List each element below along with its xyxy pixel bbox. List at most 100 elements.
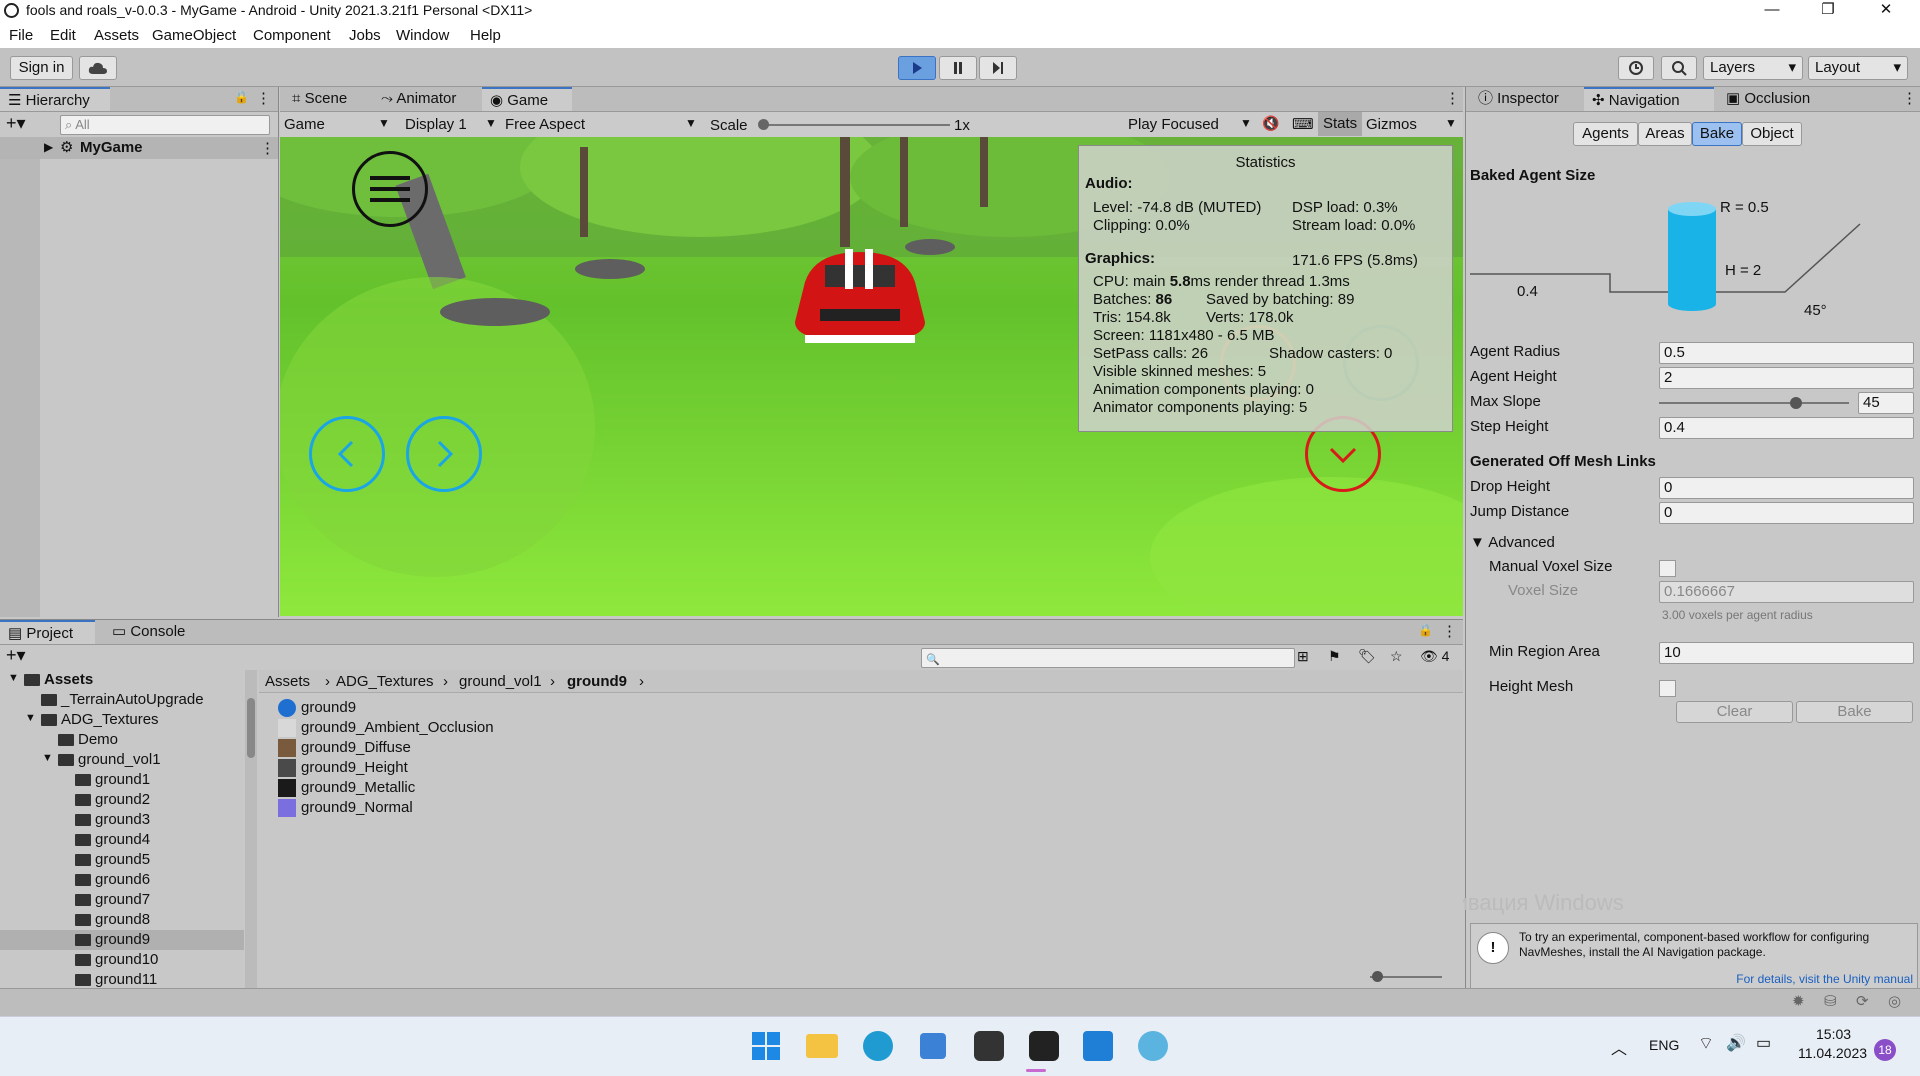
tree-item[interactable]: ▼ ADG_Textures xyxy=(0,710,244,730)
add-icon[interactable]: +▾ xyxy=(6,113,26,134)
weather-app-icon[interactable] xyxy=(1138,1031,1168,1061)
menu-assets[interactable]: Assets xyxy=(94,27,139,44)
expand-arrow-icon[interactable]: ▼ xyxy=(42,752,53,764)
more-options-icon[interactable]: ⋮ xyxy=(1902,89,1917,107)
display-dropdown[interactable]: Display 1 xyxy=(405,116,467,133)
clock-date[interactable]: 11.04.2023 xyxy=(1798,1045,1867,1061)
max-slope-input[interactable]: 45 xyxy=(1858,392,1914,414)
max-slope-slider-handle[interactable] xyxy=(1789,397,1802,409)
scale-slider-handle[interactable] xyxy=(758,119,769,130)
menu-gameobject[interactable]: GameObject xyxy=(152,27,236,44)
agent-radius-input[interactable]: 0.5 xyxy=(1659,342,1914,364)
tab-hierarchy[interactable]: ☰ Hierarchy xyxy=(0,87,110,111)
vscode-icon[interactable] xyxy=(1083,1031,1113,1061)
edge-browser-icon[interactable] xyxy=(863,1031,893,1061)
tree-item[interactable]: _TerrainAutoUpgrade xyxy=(0,690,244,710)
tree-item[interactable]: ground9 xyxy=(0,930,244,950)
pause-menu-button[interactable] xyxy=(352,151,428,227)
jump-distance-input[interactable]: 0 xyxy=(1659,502,1914,524)
auto-generate-lighting-icon[interactable]: ◎ xyxy=(1888,992,1901,1010)
agent-height-input[interactable]: 2 xyxy=(1659,367,1914,389)
input-language[interactable]: ENG xyxy=(1649,1037,1679,1053)
tag-icon[interactable]: 🏷 xyxy=(1358,648,1376,665)
menu-help[interactable]: Help xyxy=(470,27,501,44)
tree-item[interactable]: ▼ ground_vol1 xyxy=(0,750,244,770)
hierarchy-search-input[interactable]: ⌕ All xyxy=(60,115,270,135)
gizmos-toggle[interactable]: Gizmos xyxy=(1366,116,1417,133)
clear-button[interactable]: Clear xyxy=(1676,701,1793,723)
cloud-button[interactable] xyxy=(79,56,117,80)
cache-server-icon[interactable]: ⛁ xyxy=(1824,992,1837,1010)
subtab-bake[interactable]: Bake xyxy=(1692,122,1742,146)
volume-icon[interactable]: 🔊 xyxy=(1726,1033,1746,1053)
tree-scrollbar-thumb[interactable] xyxy=(247,698,255,758)
asset-item[interactable]: ground9_Normal xyxy=(278,798,678,818)
more-options-icon[interactable]: ⋮ xyxy=(260,139,275,157)
menu-component[interactable]: Component xyxy=(253,27,331,44)
step-button[interactable] xyxy=(979,56,1017,80)
hierarchy-row-mygame[interactable]: ▶ ⚙ MyGame ⋮ xyxy=(0,137,278,159)
tree-item[interactable]: ▼ Assets xyxy=(0,670,244,690)
expand-arrow-icon[interactable]: ▶ xyxy=(44,140,53,154)
hidden-packages-toggle[interactable]: 👁 4 xyxy=(1420,648,1449,665)
subtab-object[interactable]: Object xyxy=(1742,122,1802,146)
play-focused-dropdown[interactable]: Play Focused xyxy=(1128,116,1219,133)
breadcrumb-ground-vol1[interactable]: ground_vol1 xyxy=(459,673,542,690)
tree-item[interactable]: ground10 xyxy=(0,950,244,970)
chevron-up-icon[interactable]: ︿ xyxy=(1611,1035,1627,1059)
drop-height-input[interactable]: 0 xyxy=(1659,477,1914,499)
mute-audio-icon[interactable]: 🔇 xyxy=(1262,115,1279,132)
notification-badge[interactable]: 18 xyxy=(1874,1039,1896,1061)
sign-in-button[interactable]: Sign in xyxy=(10,56,73,80)
tree-item[interactable]: ground7 xyxy=(0,890,244,910)
asset-item[interactable]: ground9_Height xyxy=(278,758,678,778)
shortcuts-icon[interactable]: ⌨ xyxy=(1292,115,1314,133)
asset-item[interactable]: ground9 xyxy=(278,698,678,718)
more-options-icon[interactable]: ⋮ xyxy=(256,89,271,107)
lock-icon[interactable]: 🔒 xyxy=(234,90,249,104)
tab-navigation[interactable]: ✣ Navigation xyxy=(1584,87,1714,111)
manual-voxel-checkbox[interactable] xyxy=(1659,560,1676,577)
lock-icon[interactable]: 🔒 xyxy=(1418,623,1433,637)
history-button[interactable] xyxy=(1618,56,1654,80)
steer-left-button[interactable] xyxy=(309,416,385,492)
scale-slider[interactable] xyxy=(760,124,950,126)
bug-report-icon[interactable]: ✹ xyxy=(1792,992,1805,1010)
unity-editor-icon[interactable] xyxy=(1029,1031,1059,1061)
tree-item[interactable]: ground2 xyxy=(0,790,244,810)
expand-arrow-icon[interactable]: ▼ xyxy=(25,712,36,724)
breadcrumb-assets[interactable]: Assets xyxy=(265,673,310,690)
more-options-icon[interactable]: ⋮ xyxy=(1445,89,1460,107)
clock-time[interactable]: 15:03 xyxy=(1816,1026,1851,1042)
tab-animator[interactable]: ⤳ Animator xyxy=(373,87,478,111)
steer-right-button[interactable] xyxy=(406,416,482,492)
layers-dropdown[interactable]: Layers ▾ xyxy=(1703,56,1803,80)
tab-scene[interactable]: ⌗ Scene xyxy=(284,87,369,111)
tree-item[interactable]: ground5 xyxy=(0,850,244,870)
project-search-input[interactable]: 🔍 xyxy=(921,648,1295,668)
tree-item[interactable]: ground11 xyxy=(0,970,244,990)
advanced-foldout[interactable]: ▼ Advanced xyxy=(1470,534,1555,551)
asset-item[interactable]: ground9_Diffuse xyxy=(278,738,678,758)
bake-button[interactable]: Bake xyxy=(1796,701,1913,723)
add-asset-icon[interactable]: +▾ xyxy=(6,645,26,666)
stats-toggle[interactable]: Stats xyxy=(1318,112,1363,136)
play-button[interactable] xyxy=(898,56,936,80)
tab-project[interactable]: ▤ Project xyxy=(0,620,95,644)
menu-edit[interactable]: Edit xyxy=(50,27,76,44)
tab-occlusion[interactable]: ▣ Occlusion xyxy=(1718,87,1838,111)
subtab-agents[interactable]: Agents xyxy=(1573,122,1638,146)
wifi-icon[interactable]: ⌔ xyxy=(1698,1033,1714,1054)
filter-by-label-icon[interactable]: ⚑ xyxy=(1328,648,1341,665)
progress-icon[interactable]: ⟳ xyxy=(1856,992,1869,1010)
pause-button[interactable] xyxy=(939,56,977,80)
menu-window[interactable]: Window xyxy=(396,27,449,44)
subtab-areas[interactable]: Areas xyxy=(1638,122,1692,146)
tab-console[interactable]: ▭ Console xyxy=(104,620,204,644)
asset-item[interactable]: ground9_Metallic xyxy=(278,778,678,798)
close-button[interactable]: ✕ xyxy=(1863,0,1909,22)
store-icon[interactable] xyxy=(920,1033,946,1059)
asset-item[interactable]: ground9_Ambient_Occlusion xyxy=(278,718,678,738)
icon-size-slider-handle[interactable] xyxy=(1372,971,1383,982)
unity-manual-link[interactable]: For details, visit the Unity manual xyxy=(1736,972,1913,986)
